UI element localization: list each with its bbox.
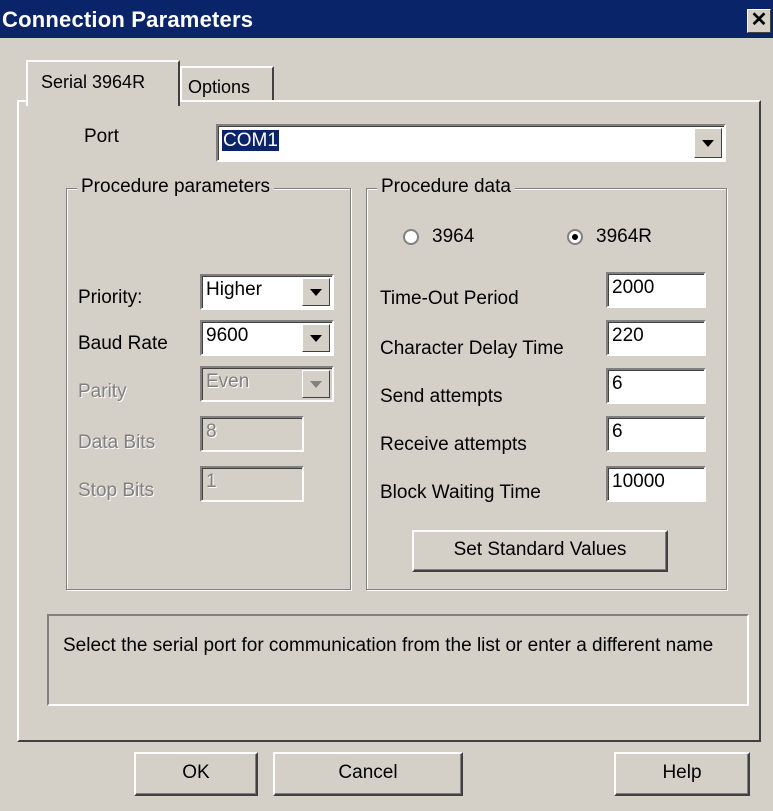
tab-serial-3964r[interactable]: Serial 3964R (26, 60, 180, 106)
baud-rate-combobox[interactable]: 9600 (200, 320, 334, 356)
baud-rate-dropdown-button[interactable] (302, 324, 330, 352)
data-bits-value: 8 (206, 421, 217, 442)
char-delay-input[interactable]: 220 (606, 320, 706, 356)
receive-attempts-label: Receive attempts (380, 434, 527, 455)
priority-value: Higher (206, 279, 262, 300)
ok-button[interactable]: OK (134, 752, 258, 796)
send-attempts-input[interactable]: 6 (606, 368, 706, 404)
parity-dropdown-button (302, 370, 330, 398)
radio-3964-label[interactable]: 3964 (432, 226, 474, 248)
priority-label: Priority: (78, 287, 143, 308)
group-title: Procedure data (377, 176, 515, 198)
chevron-down-icon (310, 335, 322, 342)
data-bits-field: 8 (200, 416, 304, 452)
block-wait-input[interactable]: 10000 (606, 466, 706, 502)
char-delay-value: 220 (612, 325, 644, 346)
receive-attempts-input[interactable]: 6 (606, 416, 706, 452)
receive-attempts-value: 6 (612, 421, 623, 442)
port-dropdown-button[interactable] (694, 128, 722, 158)
help-button[interactable]: Help (614, 752, 750, 796)
block-wait-value: 10000 (612, 471, 665, 492)
cancel-button[interactable]: Cancel (273, 752, 463, 796)
parity-label: Parity (78, 381, 127, 402)
block-wait-label: Block Waiting Time (380, 482, 541, 503)
stop-bits-label: Stop Bits (78, 480, 155, 501)
tab-label: Options (188, 77, 251, 97)
chevron-down-icon (310, 289, 322, 296)
data-bits-label: Data Bits (78, 432, 156, 453)
radio-selected-dot (572, 234, 578, 240)
port-combobox[interactable]: COM1 (216, 124, 726, 162)
title-bar: Connection Parameters ✕ (0, 0, 773, 38)
parity-combobox: Even (200, 366, 334, 402)
port-label: Port (84, 126, 119, 147)
timeout-input[interactable]: 2000 (606, 272, 706, 308)
description-text: Select the serial port for communication… (63, 635, 714, 656)
timeout-value: 2000 (612, 277, 655, 298)
window-title: Connection Parameters (2, 7, 254, 32)
send-attempts-label: Send attempts (380, 386, 503, 407)
priority-combobox[interactable]: Higher (200, 274, 334, 310)
port-value: COM1 (222, 130, 279, 151)
parity-value: Even (206, 371, 250, 392)
radio-3964r[interactable] (567, 229, 583, 245)
chevron-down-icon (310, 381, 322, 388)
set-standard-values-button[interactable]: Set Standard Values (412, 530, 668, 572)
radio-3964[interactable] (403, 229, 419, 245)
baud-rate-label: Baud Rate (78, 333, 168, 354)
send-attempts-value: 6 (612, 373, 623, 394)
tab-options[interactable]: Options (180, 66, 274, 102)
baud-rate-value: 9600 (206, 325, 249, 346)
tab-label: Serial 3964R (41, 72, 146, 92)
close-button[interactable]: ✕ (747, 9, 771, 33)
connection-parameters-dialog: Connection Parameters ✕ Serial 3964R Opt… (0, 0, 773, 811)
stop-bits-field: 1 (200, 466, 304, 502)
timeout-label: Time-Out Period (380, 288, 519, 309)
close-icon: ✕ (750, 9, 768, 31)
description-box: Select the serial port for communication… (47, 614, 749, 706)
priority-dropdown-button[interactable] (302, 278, 330, 306)
radio-3964r-label[interactable]: 3964R (596, 226, 652, 248)
chevron-down-icon (702, 140, 714, 147)
group-title: Procedure parameters (77, 176, 275, 198)
stop-bits-value: 1 (206, 471, 217, 492)
char-delay-label: Character Delay Time (380, 338, 564, 359)
